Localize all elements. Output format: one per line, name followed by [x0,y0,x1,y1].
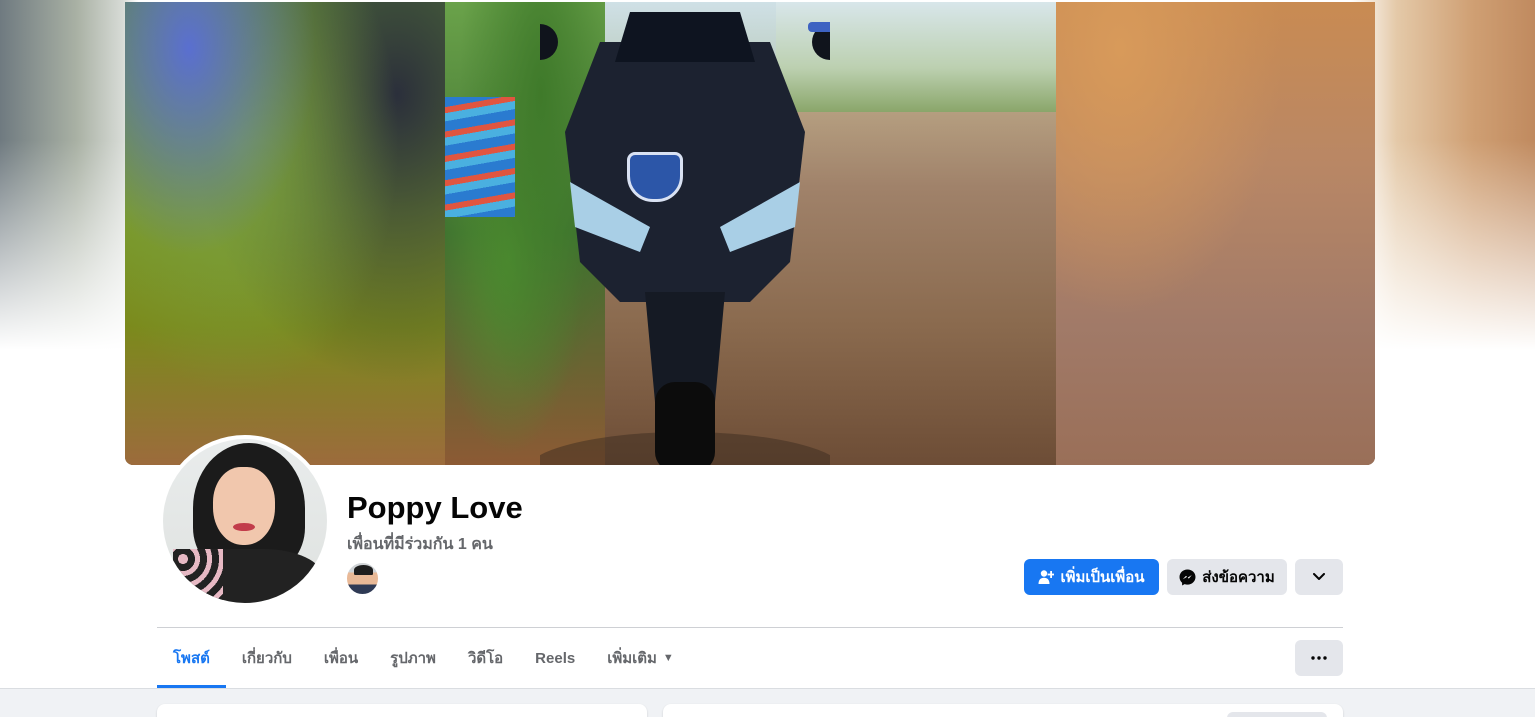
club-badge-logo [627,152,683,202]
tab-label: วิดีโอ [467,650,504,667]
more-options-button[interactable] [1295,640,1343,676]
tab-label: เกี่ยวกับ [241,650,292,667]
add-friend-button[interactable]: เพิ่มเป็นเพื่อน [1024,559,1159,595]
mutual-friends-count[interactable]: เพื่อนที่มีร่วมกัน 1 คน [347,532,493,557]
tab-friends[interactable]: เพื่อน [308,628,374,688]
tab-label: รูปภาพ [390,650,436,667]
motorcycle-image [540,12,830,465]
tab-label: เพื่อน [323,650,359,667]
message-label: ส่งข้อความ [1202,569,1275,586]
chevron-down-icon [1313,573,1325,581]
messenger-icon [1179,569,1196,586]
avatar-lips [233,523,255,531]
tab-reels[interactable]: Reels [519,628,591,688]
avatar [163,439,327,603]
tab-label: โพสต์ [173,650,210,667]
cover-photo[interactable] [125,2,1375,465]
profile-picture[interactable] [159,435,331,607]
filter-button[interactable] [1227,712,1327,717]
posts-card [663,704,1343,717]
tab-label: เพิ่มเติม [607,650,657,667]
profile-name: Poppy Love [347,490,523,525]
avatar-body [173,549,323,603]
avatar-face [213,467,275,545]
cover-blur-right [1056,2,1375,465]
caret-down-icon: ▼ [662,652,674,664]
intro-card [157,704,647,717]
cover-blur-left [125,2,445,465]
tab-more[interactable]: เพิ่มเติม ▼ [591,628,690,688]
tab-posts[interactable]: โพสต์ [157,628,226,688]
cover-tarp [445,97,515,217]
mutual-friend-avatar[interactable] [346,562,379,595]
tab-about[interactable]: เกี่ยวกับ [226,628,308,688]
tab-label: Reels [535,649,576,667]
tab-videos[interactable]: วิดีโอ [452,628,519,688]
ellipsis-icon [1311,656,1327,660]
add-friend-label: เพิ่มเป็นเพื่อน [1060,569,1145,586]
tab-photos[interactable]: รูปภาพ [374,628,452,688]
message-button[interactable]: ส่งข้อความ [1167,559,1287,595]
add-friend-icon [1038,569,1055,585]
cover-image [445,2,1056,465]
profile-tabs: โพสต์ เกี่ยวกับ เพื่อน รูปภาพ วิดีโอ Ree… [157,628,690,688]
profile-options-button[interactable] [1295,559,1343,595]
